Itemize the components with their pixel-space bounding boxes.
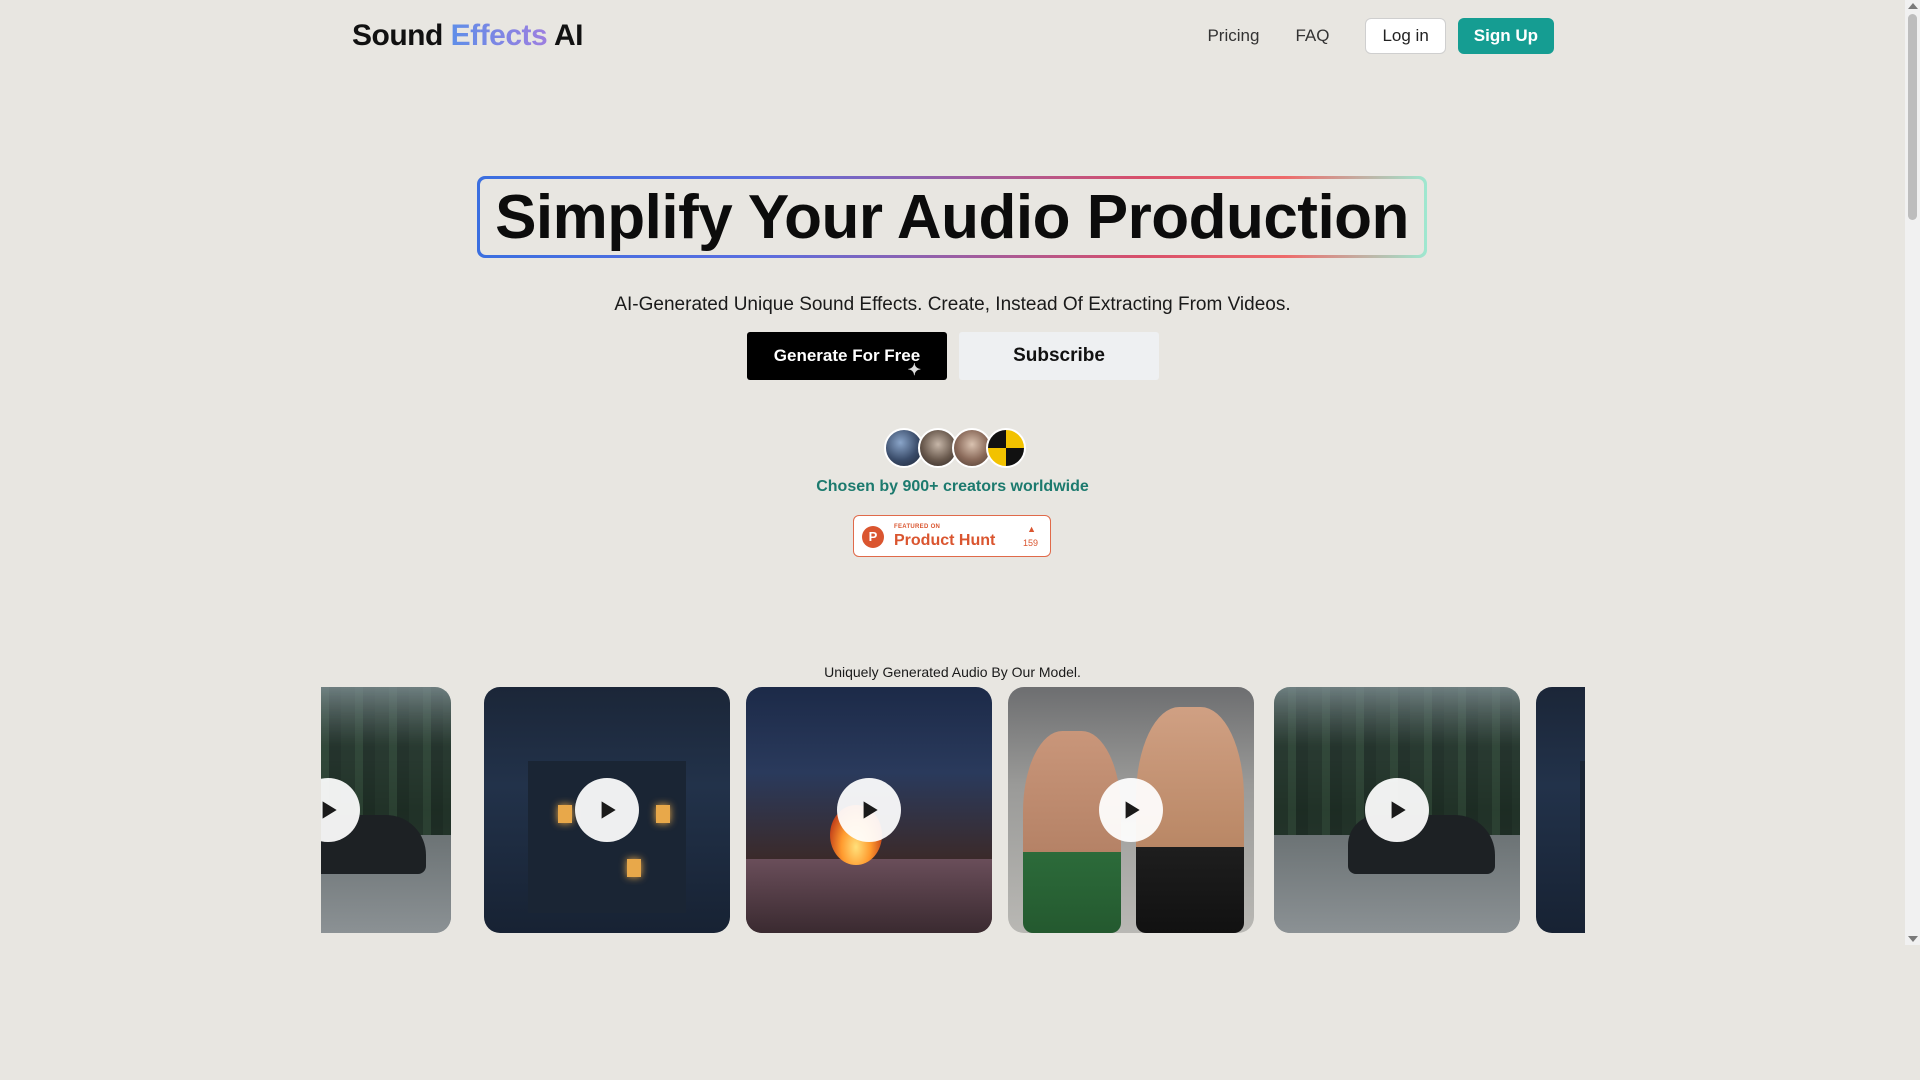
nav-pricing-link[interactable]: Pricing	[1207, 26, 1259, 46]
play-icon	[1391, 801, 1406, 819]
scroll-down-icon[interactable]	[1908, 936, 1918, 942]
scroll-up-icon[interactable]	[1908, 3, 1918, 9]
login-button[interactable]: Log in	[1365, 18, 1446, 54]
card-image	[656, 805, 671, 824]
card-image	[557, 805, 572, 824]
nav-faq-link[interactable]: FAQ	[1295, 26, 1329, 46]
card-image	[1022, 731, 1122, 933]
play-icon	[1125, 801, 1140, 819]
product-hunt-badge[interactable]: P FEATURED ON Product Hunt ▲ 159	[853, 515, 1051, 557]
card-image	[626, 859, 641, 878]
top-nav: Pricing FAQ Log in Sign Up	[1207, 17, 1554, 55]
logo-word-sound: Sound	[352, 19, 443, 52]
audio-card[interactable]	[746, 687, 992, 933]
play-button[interactable]	[1365, 778, 1429, 842]
avatar	[986, 428, 1026, 468]
play-icon	[322, 801, 337, 819]
play-icon	[863, 801, 878, 819]
sparkle-icon: ✦	[907, 362, 921, 379]
hero-subtitle: AI-Generated Unique Sound Effects. Creat…	[614, 294, 1291, 315]
hero-title: Simplify Your Audio Production	[495, 182, 1409, 252]
signup-button[interactable]: Sign Up	[1457, 18, 1554, 54]
hero-title-inner: Simplify Your Audio Production	[480, 179, 1424, 255]
gallery-label: Uniquely Generated Audio By Our Model.	[824, 664, 1081, 680]
site-logo[interactable]: Sound Effects AI	[352, 17, 583, 55]
generate-button-label: Generate For Free	[773, 346, 921, 365]
scrollbar-thumb[interactable]	[1908, 14, 1917, 220]
card-image	[746, 859, 992, 933]
card-image	[1580, 760, 1585, 914]
product-hunt-icon: P	[862, 526, 884, 548]
subscribe-button[interactable]: Subscribe	[959, 332, 1159, 380]
product-hunt-upvote-count: 159	[1022, 538, 1038, 548]
audio-card[interactable]	[484, 687, 730, 933]
cta-row: Generate For Free ✦ Subscribe	[747, 332, 1159, 380]
play-button[interactable]	[1099, 778, 1163, 842]
play-icon	[601, 801, 616, 819]
chosen-by-creators-text: Chosen by 900+ creators worldwide	[816, 478, 1089, 495]
audio-gallery[interactable]	[321, 687, 1585, 933]
play-button[interactable]	[837, 778, 901, 842]
product-hunt-featured-label: FEATURED ON	[894, 524, 941, 530]
page-scrollbar[interactable]	[1905, 0, 1920, 945]
audio-card[interactable]	[321, 687, 451, 933]
logo-word-effects: Effects	[450, 19, 548, 52]
product-hunt-name: Product Hunt	[894, 532, 996, 549]
audio-card[interactable]	[1008, 687, 1254, 933]
hero-title-frame: Simplify Your Audio Production	[477, 176, 1427, 258]
logo-word-ai: AI	[553, 19, 584, 52]
site-header: Sound Effects AI Pricing FAQ Log in Sign…	[352, 17, 1554, 55]
play-button[interactable]	[575, 778, 639, 842]
creator-avatars	[884, 428, 1026, 468]
audio-card[interactable]	[1274, 687, 1520, 933]
generate-for-free-button[interactable]: Generate For Free ✦	[747, 332, 947, 380]
upvote-arrow-icon: ▲	[1027, 524, 1036, 534]
audio-card[interactable]	[1536, 687, 1585, 933]
